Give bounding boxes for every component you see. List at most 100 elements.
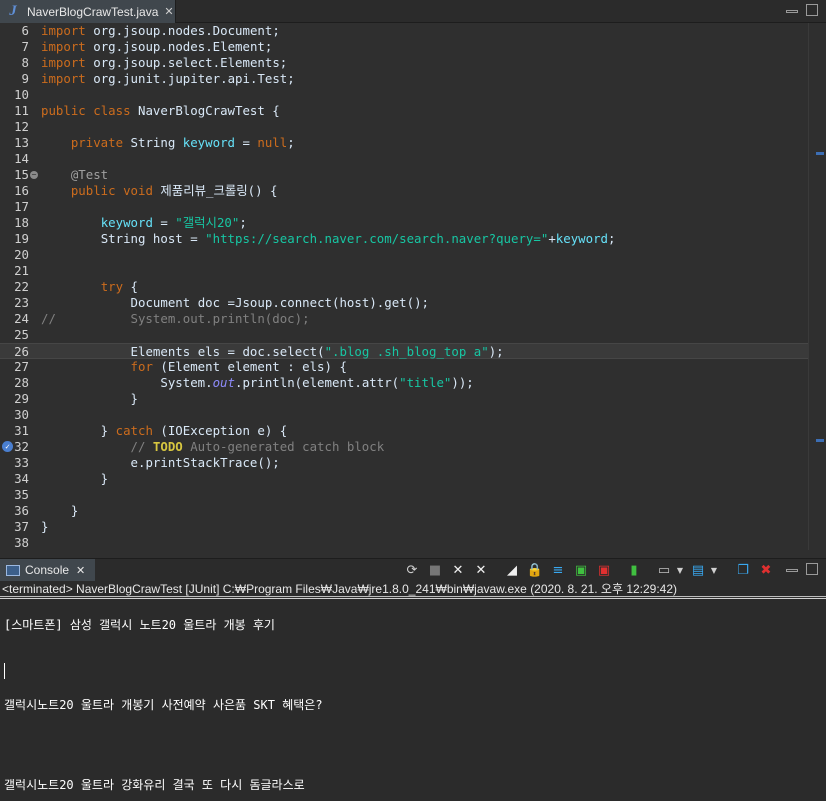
code-line[interactable]: 26 Elements els = doc.select(".blog .sh_…	[0, 343, 808, 359]
console-tab[interactable]: Console ✕	[0, 559, 95, 581]
line-number: 7	[21, 39, 29, 54]
line-number: 19	[14, 231, 29, 246]
code-line[interactable]: 25	[0, 327, 808, 343]
code-text: System.out.println(element.attr("title")…	[160, 375, 474, 390]
code-line[interactable]: 8 import org.jsoup.select.Elements;	[0, 55, 808, 71]
code-line[interactable]: 18 keyword = "갤럭시20";	[0, 215, 808, 231]
minimize-editor-icon[interactable]	[786, 10, 798, 13]
editor-tab-label: NaverBlogCrawTest.java	[27, 4, 159, 19]
code-line[interactable]: 35	[0, 487, 808, 503]
show-stdout-icon[interactable]: ▣	[573, 562, 589, 578]
code-text: // TODO Auto-generated catch block	[41, 439, 385, 454]
code-line[interactable]: 23 Document doc =Jsoup.connect(host).get…	[0, 295, 808, 311]
line-number: 28	[14, 375, 29, 390]
code-line[interactable]: 27 for (Element element : els) {	[0, 359, 808, 375]
pin-console-icon[interactable]: ▮	[626, 562, 642, 578]
task-marker-icon[interactable]: ✓	[2, 441, 13, 452]
code-text: import org.jsoup.nodes.Document;	[41, 23, 280, 38]
code-text: for (Element element : els) {	[130, 359, 347, 374]
line-number: 10	[14, 87, 29, 102]
new-console-icon[interactable]: ▤	[690, 562, 706, 578]
code-line[interactable]: 30	[0, 407, 808, 423]
code-line[interactable]: 36 }	[0, 503, 808, 519]
minimize-icon[interactable]	[786, 569, 798, 572]
code-line[interactable]: 29 }	[0, 391, 808, 407]
console-view: Console ✕ ⟳ ■ ✕ ✕ ◢ 🔒 ≡ ▣ ▣ ▮ ▭ ▼ ▤ ▼ ❐ …	[0, 558, 826, 801]
line-number: 38	[14, 535, 29, 550]
code-line[interactable]: 28 System.out.println(element.attr("titl…	[0, 375, 808, 391]
code-text: e.printStackTrace();	[130, 455, 280, 470]
line-number: 26	[14, 344, 29, 359]
close-tab-icon[interactable]: ✕	[164, 5, 173, 18]
code-text: }	[41, 503, 79, 518]
line-number: 33	[14, 455, 29, 470]
code-text: public void 제품리뷰_크롤링() {	[70, 183, 278, 198]
java-file-icon: J	[9, 3, 17, 19]
line-number: 14	[14, 151, 29, 166]
code-line[interactable]: 7 import org.jsoup.nodes.Element;	[0, 39, 808, 55]
line-number: 31	[14, 423, 29, 438]
console-output[interactable]: [스마트폰] 삼성 갤럭시 노트20 울트라 개봉 후기 갤럭시노트20 울트라…	[0, 598, 826, 801]
refresh-icon[interactable]: ⟳	[404, 562, 420, 578]
line-number: 24	[14, 311, 29, 326]
remove-launch-icon[interactable]: ✕	[450, 562, 466, 578]
line-number: 22	[14, 279, 29, 294]
line-number: 12	[14, 119, 29, 134]
code-line[interactable]: 15− @Test	[0, 167, 808, 183]
display-console-icon[interactable]: ▭	[656, 562, 672, 578]
close-console-icon[interactable]: ✕	[76, 564, 85, 577]
code-line[interactable]: 19 String host = "https://search.naver.c…	[0, 231, 808, 247]
code-text: // System.out.println(doc);	[41, 311, 310, 326]
overview-marker[interactable]	[816, 439, 824, 442]
remove-all-terminated-icon[interactable]: ✕	[473, 562, 489, 578]
line-number: 17	[14, 199, 29, 214]
code-line[interactable]: 24 // System.out.println(doc);	[0, 311, 808, 327]
maximize-icon[interactable]	[806, 563, 818, 575]
code-editor[interactable]: 6 import org.jsoup.nodes.Document; 7 import…	[0, 23, 826, 550]
code-line[interactable]: 14	[0, 151, 808, 167]
fold-collapse-icon[interactable]: −	[30, 171, 38, 179]
code-line[interactable]: 31 } catch (IOException e) {	[0, 423, 808, 439]
line-number: 29	[14, 391, 29, 406]
code-line[interactable]: 21	[0, 263, 808, 279]
chevron-down-icon[interactable]: ▼	[672, 562, 688, 578]
code-text: try {	[100, 279, 138, 294]
line-number: 13	[14, 135, 29, 150]
code-line[interactable]: 10	[0, 87, 808, 103]
code-line[interactable]: 6 import org.jsoup.nodes.Document;	[0, 23, 808, 39]
code-line[interactable]: 33 e.printStackTrace();	[0, 455, 808, 471]
code-line[interactable]: 20	[0, 247, 808, 263]
code-text: import org.jsoup.nodes.Element;	[41, 39, 273, 54]
code-line[interactable]: 17	[0, 199, 808, 215]
editor-tab-bar: J NaverBlogCrawTest.java ✕	[0, 0, 826, 23]
code-line[interactable]: 38	[0, 535, 808, 550]
maximize-editor-icon[interactable]	[806, 4, 818, 16]
code-text: @Test	[70, 167, 109, 182]
code-line[interactable]: 37}	[0, 519, 808, 535]
vertical-scrollbar[interactable]	[808, 23, 826, 550]
scroll-lock-icon[interactable]: 🔒	[527, 562, 543, 578]
copy-icon[interactable]: ❐	[735, 562, 751, 578]
word-wrap-icon[interactable]: ≡	[550, 562, 566, 578]
code-text: keyword = "갤럭시20";	[100, 215, 247, 230]
code-text: }	[41, 519, 49, 534]
overview-marker[interactable]	[816, 152, 824, 155]
terminate-icon[interactable]: ✖	[758, 562, 774, 578]
code-line[interactable]: 9 import org.junit.jupiter.api.Test;	[0, 71, 808, 87]
code-line[interactable]: 12	[0, 119, 808, 135]
code-line[interactable]: 22 try {	[0, 279, 808, 295]
console-tab-bar: Console ✕ ⟳ ■ ✕ ✕ ◢ 🔒 ≡ ▣ ▣ ▮ ▭ ▼ ▤ ▼ ❐ …	[0, 559, 826, 581]
chevron-down-icon[interactable]: ▼	[706, 562, 722, 578]
stop-icon[interactable]: ■	[427, 562, 443, 578]
code-line[interactable]: 16 public void 제품리뷰_크롤링() {	[0, 183, 808, 199]
code-line[interactable]: 32 ✓ // TODO Auto-generated catch block	[0, 439, 808, 455]
show-stderr-icon[interactable]: ▣	[596, 562, 612, 578]
code-line[interactable]: 11 public class NaverBlogCrawTest {	[0, 103, 808, 119]
code-line[interactable]: 34 }	[0, 471, 808, 487]
editor-tab-naverblogcrawtest[interactable]: J NaverBlogCrawTest.java ✕	[0, 0, 176, 23]
clear-console-icon[interactable]: ◢	[504, 562, 520, 578]
line-number: 11	[14, 103, 29, 118]
code-line[interactable]: 13 private String keyword = null;	[0, 135, 808, 151]
console-output-line: 갤럭시노트20 울트라 강화유리 결국 또 다시 돔글라스로	[4, 778, 305, 792]
code-text: import org.junit.jupiter.api.Test;	[41, 71, 295, 86]
